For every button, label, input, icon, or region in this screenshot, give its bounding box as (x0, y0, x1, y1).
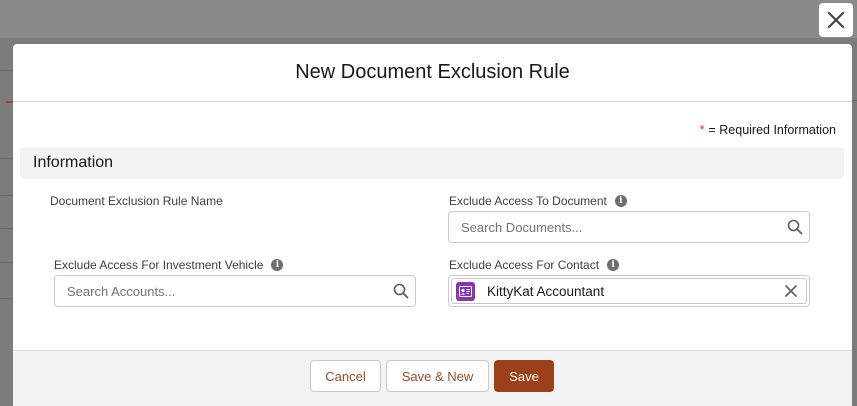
modal-header: New Document Exclusion Rule (13, 44, 852, 102)
selected-contact-name: KittyKat Accountant (487, 283, 605, 299)
required-info-text: = Required Information (708, 123, 836, 137)
required-star: * (699, 123, 705, 137)
exclude-vehicle-label-text: Exclude Access For Investment Vehicle (54, 258, 264, 272)
background-divider (0, 262, 14, 263)
search-accounts-input[interactable] (55, 276, 393, 306)
save-button[interactable]: Save (494, 360, 554, 392)
info-icon[interactable]: i (614, 195, 627, 207)
exclude-contact-label: Exclude Access For Contact i (449, 258, 620, 272)
background-header (0, 0, 857, 38)
modal-footer: Cancel Save & New Save (13, 350, 852, 406)
document-lookup[interactable] (448, 211, 810, 243)
section-header-information[interactable]: Information (20, 147, 844, 179)
close-icon (827, 11, 845, 29)
rule-name-label-text: Document Exclusion Rule Name (50, 194, 223, 208)
contact-card-icon (456, 281, 475, 301)
search-icon[interactable] (787, 219, 803, 235)
info-icon[interactable]: i (271, 259, 284, 271)
contact-lookup[interactable]: KittyKat Accountant (448, 275, 810, 307)
background-divider (0, 228, 14, 229)
account-lookup[interactable] (54, 275, 416, 307)
modal-title: New Document Exclusion Rule (295, 61, 570, 83)
search-documents-input[interactable] (449, 212, 787, 242)
exclude-document-label: Exclude Access To Document i (449, 194, 627, 208)
section-title: Information (33, 154, 114, 171)
cancel-button[interactable]: Cancel (310, 360, 381, 392)
background-divider (0, 195, 14, 196)
background-divider (0, 158, 14, 159)
remove-icon[interactable] (784, 284, 798, 298)
background-divider (0, 298, 14, 299)
required-info-note: * = Required Information (700, 123, 836, 137)
modal-dialog: New Document Exclusion Rule * = Required … (13, 44, 852, 406)
info-icon[interactable]: i (607, 259, 620, 271)
close-button[interactable] (819, 3, 853, 37)
exclude-vehicle-label: Exclude Access For Investment Vehicle i (54, 258, 284, 272)
exclude-contact-label-text: Exclude Access For Contact (449, 258, 600, 272)
search-icon[interactable] (393, 283, 409, 299)
save-and-new-button[interactable]: Save & New (386, 360, 489, 392)
rule-name-label: Document Exclusion Rule Name (50, 194, 223, 208)
background-divider (0, 70, 14, 71)
exclude-document-label-text: Exclude Access To Document (449, 194, 607, 208)
selected-contact-pill[interactable]: KittyKat Accountant (451, 278, 807, 304)
